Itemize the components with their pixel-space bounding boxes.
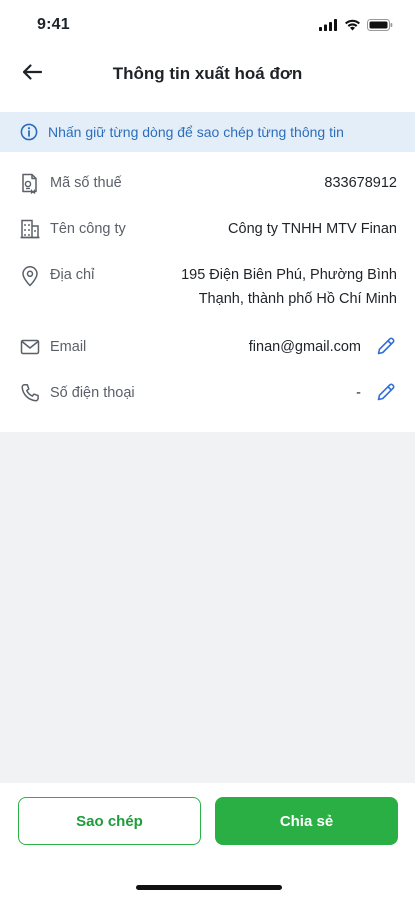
field-label: Email <box>50 339 87 355</box>
page-title: Thông tin xuất hoá đơn <box>112 64 303 83</box>
field-row-tax-code[interactable]: Mã số thuế 833678912 <box>0 170 415 198</box>
field-label: Mã số thuế <box>50 175 122 191</box>
field-value: 833678912 <box>324 175 397 191</box>
field-value: - <box>356 385 361 401</box>
field-row-company-name[interactable]: Tên công ty Công ty TNHH MTV Finan <box>0 216 415 244</box>
address-line-1: 195 Điện Biên Phú, Phường Bình <box>181 267 397 283</box>
field-row-address[interactable]: Địa chỉ 195 Điện Biên Phú, Phường Bình T… <box>0 262 415 316</box>
pencil-icon <box>375 335 397 362</box>
field-label: Tên công ty <box>50 221 126 237</box>
copy-button[interactable]: Sao chép <box>18 797 201 845</box>
field-value: finan@gmail.com <box>248 339 361 355</box>
status-bar: 9:41 <box>0 0 415 50</box>
field-label: Địa chỉ <box>50 267 95 283</box>
cellular-signal-icon <box>319 18 338 36</box>
navigation-header: Thông tin xuất hoá đơn <box>0 50 415 112</box>
wifi-icon <box>344 18 361 36</box>
status-icons <box>319 18 393 36</box>
address-line-2: Thạnh, thành phố Hồ Chí Minh <box>198 291 397 307</box>
edit-email-button[interactable] <box>375 337 397 359</box>
tax-document-icon <box>19 172 41 194</box>
phone-icon <box>19 382 41 404</box>
field-value: Công ty TNHH MTV Finan <box>228 221 397 237</box>
mail-icon <box>19 336 41 358</box>
share-button[interactable]: Chia sẻ <box>215 797 398 845</box>
field-label: Số điện thoại <box>50 385 135 401</box>
info-banner-text: Nhấn giữ từng dòng để sao chép từng thôn… <box>48 124 344 140</box>
info-icon <box>20 123 38 141</box>
field-value-multiline: 195 Điện Biên Phú, Phường Bình Thạnh, th… <box>181 263 397 311</box>
field-row-email[interactable]: Email finan@gmail.com <box>0 334 415 362</box>
building-icon <box>19 218 41 240</box>
edit-phone-button[interactable] <box>375 383 397 405</box>
location-pin-icon <box>19 265 41 287</box>
bottom-action-bar: Sao chép Chia sẻ <box>0 783 415 900</box>
home-indicator <box>136 885 282 890</box>
pencil-icon <box>375 381 397 408</box>
info-banner: Nhấn giữ từng dòng để sao chép từng thôn… <box>0 112 415 152</box>
status-time: 9:41 <box>37 16 70 33</box>
field-row-phone[interactable]: Số điện thoại - <box>0 380 415 408</box>
invoice-info-card: Mã số thuế 833678912 Tên công ty Công ty… <box>0 152 415 432</box>
battery-icon <box>367 18 393 36</box>
